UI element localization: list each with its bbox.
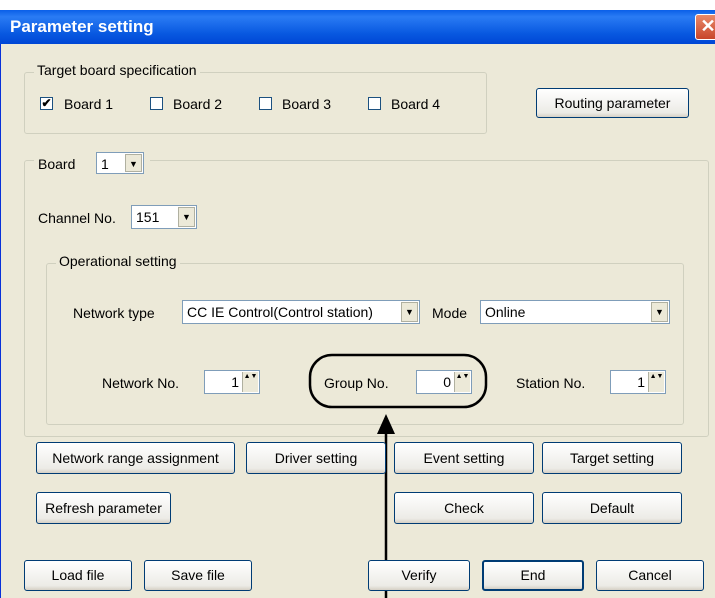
save-file-button[interactable]: Save file xyxy=(144,560,252,591)
driver-setting-button[interactable]: Driver setting xyxy=(246,442,386,474)
default-button[interactable]: Default xyxy=(542,492,682,524)
cancel-button[interactable]: Cancel xyxy=(596,560,704,591)
arrow-up-icon xyxy=(377,414,395,434)
check-button[interactable]: Check xyxy=(394,492,534,524)
target-setting-button[interactable]: Target setting xyxy=(542,442,682,474)
event-setting-button[interactable]: Event setting xyxy=(394,442,534,474)
network-range-assignment-button[interactable]: Network range assignment xyxy=(36,442,235,474)
load-file-button[interactable]: Load file xyxy=(24,560,132,591)
annotation-highlight xyxy=(308,353,488,409)
refresh-parameter-button[interactable]: Refresh parameter xyxy=(36,492,171,524)
verify-button[interactable]: Verify xyxy=(368,560,470,591)
end-button[interactable]: End xyxy=(482,560,584,591)
